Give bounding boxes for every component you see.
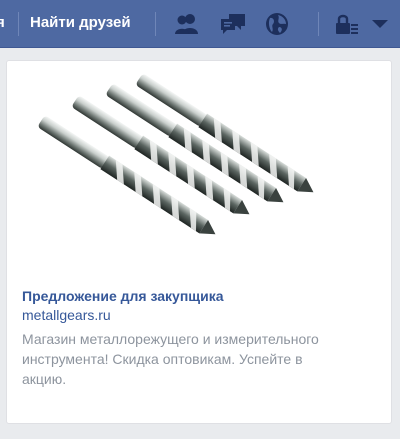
notifications-globe-icon[interactable] <box>262 10 292 38</box>
nav-divider <box>155 12 156 36</box>
ad-description: Магазин металлорежущего и измерительного… <box>22 331 319 387</box>
friend-requests-icon[interactable] <box>172 10 202 38</box>
account-menu-caret-icon[interactable] <box>366 10 396 38</box>
ad-card: Предложение для закупщика metallgears.ru… <box>6 60 392 424</box>
top-navigation-bar: я Найти друзей <box>0 0 400 48</box>
find-friends-link[interactable]: Найти друзей <box>30 14 131 31</box>
nav-divider <box>318 12 319 36</box>
ad-domain-link[interactable]: metallgears.ru <box>22 307 111 323</box>
privacy-lock-icon[interactable] <box>332 10 362 38</box>
ad-title-link[interactable]: Предложение для закупщика <box>22 288 224 304</box>
messages-icon[interactable] <box>218 10 248 38</box>
nav-link-truncated[interactable]: я <box>0 14 5 31</box>
nav-divider <box>18 12 19 36</box>
drill-bits-image[interactable] <box>23 61 381 269</box>
